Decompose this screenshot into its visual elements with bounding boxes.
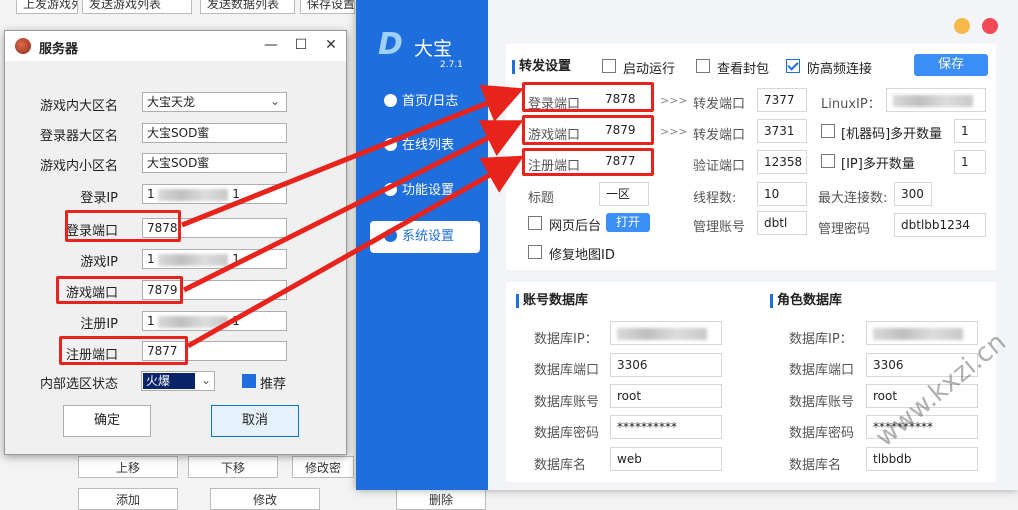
annotation-arrows: [181, 84, 525, 349]
arrow-register-port: [186, 155, 525, 349]
arrow-game-port: [182, 120, 524, 293]
arrow-login-port: [181, 84, 524, 228]
